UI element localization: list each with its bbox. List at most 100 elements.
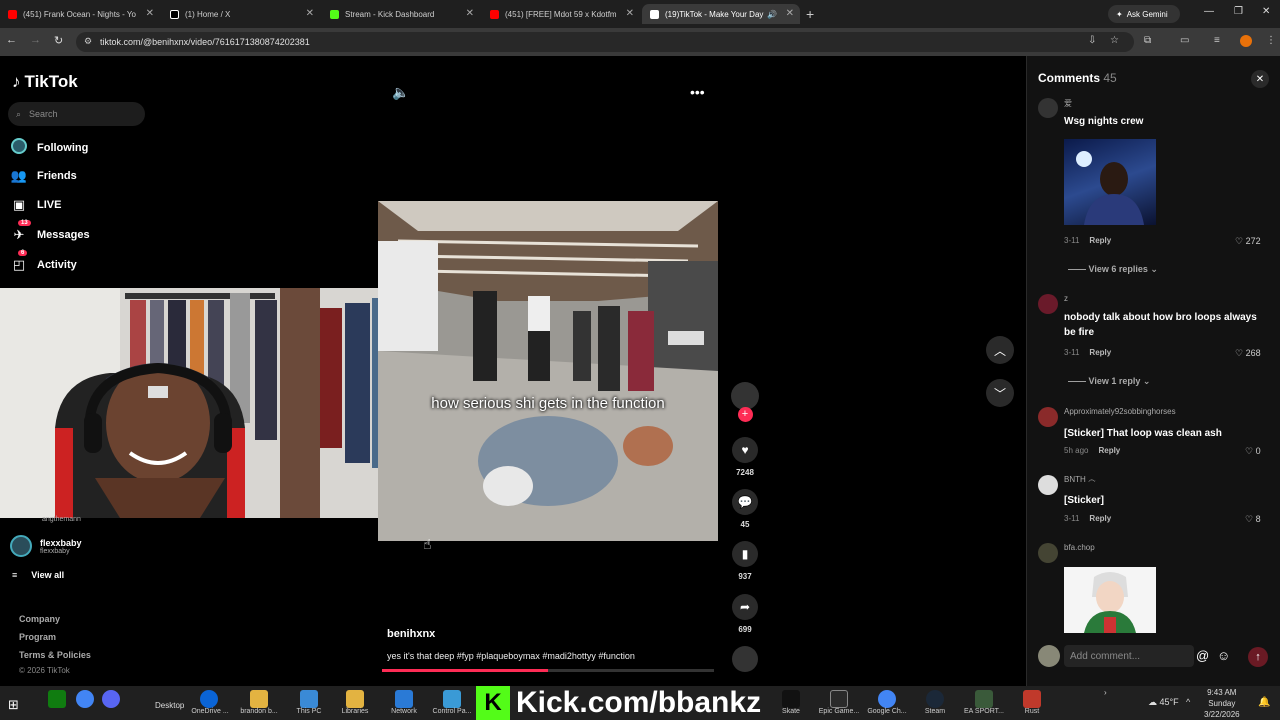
follow-button[interactable]: + — [730, 407, 760, 422]
close-tab-icon[interactable]: ✕ — [786, 8, 794, 19]
sidebar-item-following[interactable]: Following — [10, 138, 88, 157]
reload-icon[interactable]: ↻ — [54, 34, 63, 47]
video-progress-bar[interactable] — [382, 669, 714, 672]
reply-button[interactable]: Reply — [1089, 236, 1111, 245]
browser-tab[interactable]: (451) [FREE] Mdot 59 x Kdotfm ✕ — [482, 4, 640, 24]
save-button[interactable]: ▮ 937 — [730, 541, 760, 581]
close-tab-icon[interactable]: ✕ — [146, 8, 154, 19]
taskbar-libraries[interactable]: Libraries — [338, 708, 372, 715]
previous-video-button[interactable]: ︿ — [986, 336, 1014, 364]
add-comment-input[interactable]: Add comment... — [1064, 645, 1194, 667]
sidebar-item-friends[interactable]: 👥 Friends — [10, 168, 77, 184]
avatar[interactable] — [1038, 543, 1058, 563]
taskbar-rust[interactable]: Rust — [1018, 708, 1046, 715]
taskbar-network[interactable]: Network — [386, 708, 422, 715]
reply-button[interactable]: Reply — [1089, 348, 1111, 357]
close-tab-icon[interactable]: ✕ — [466, 8, 474, 19]
chrome-icon[interactable] — [76, 690, 94, 708]
partial-account-name[interactable]: angthemann — [42, 516, 81, 523]
onedrive-icon[interactable] — [200, 690, 218, 708]
browser-tab[interactable]: (451) Frank Ocean - Nights - Yo ✕ — [0, 4, 160, 24]
footer-terms-link[interactable]: Terms & Policies — [19, 650, 91, 660]
comment-button[interactable]: 💬 45 — [730, 489, 760, 529]
speaker-icon[interactable]: 🔊 — [767, 10, 777, 19]
close-window-button[interactable]: ✕ — [1262, 6, 1270, 17]
tiktok-logo[interactable]: ♪ TikTok — [12, 72, 78, 92]
extensions-icon[interactable]: ⧉ — [1144, 35, 1151, 46]
sound-disc[interactable] — [730, 646, 760, 672]
new-tab-button[interactable]: + — [806, 6, 814, 22]
send-comment-button[interactable]: ↑ — [1248, 647, 1268, 667]
side-panel-icon[interactable]: ▭ — [1180, 35, 1189, 46]
close-tab-icon[interactable]: ✕ — [626, 8, 634, 19]
site-info-icon[interactable]: ⚙ — [84, 36, 92, 47]
sidebar-item-live[interactable]: ▣ LIVE — [10, 197, 62, 213]
comment-like-button[interactable]: ♡ 0 — [1245, 446, 1261, 457]
footer-program-link[interactable]: Program — [19, 632, 56, 642]
browser-tab-active[interactable]: (19)TikTok - Make Your Day 🔊 ✕ — [642, 4, 800, 24]
next-video-button[interactable]: ﹀ — [986, 379, 1014, 407]
video-author[interactable]: benihxnx — [387, 628, 435, 640]
share-button[interactable]: ➦ 699 — [730, 594, 760, 634]
comment-like-button[interactable]: ♡ 272 — [1235, 236, 1261, 247]
taskbar-epic[interactable]: Epic Game... — [814, 708, 864, 715]
install-icon[interactable]: ⇩ — [1088, 35, 1096, 46]
steam-icon[interactable] — [926, 690, 944, 708]
volume-icon[interactable]: 🔈 — [392, 84, 409, 101]
taskbar-steam[interactable]: Steam — [918, 708, 952, 715]
video-player[interactable]: how serious shi gets in the function — [378, 201, 718, 541]
this-pc-icon[interactable] — [300, 690, 318, 708]
comment-image[interactable] — [1064, 567, 1156, 633]
view-replies-button[interactable]: —— View 1 reply ⌄ — [1068, 376, 1150, 387]
browser-tab[interactable]: (1) Home / X ✕ — [162, 4, 320, 24]
profile-avatar[interactable] — [1240, 35, 1252, 47]
creator-avatar[interactable] — [730, 382, 760, 410]
epic-games-icon[interactable] — [830, 690, 848, 708]
following-account[interactable]: flexxbaby flexxbaby — [10, 535, 82, 557]
minimize-button[interactable]: — — [1204, 6, 1214, 17]
media-icon[interactable]: ≡ — [1214, 35, 1220, 46]
weather-widget[interactable]: ☁ 45°F — [1148, 697, 1179, 708]
discord-icon[interactable] — [102, 690, 120, 708]
search-input[interactable]: ⌕ Search — [8, 102, 145, 126]
close-tab-icon[interactable]: ✕ — [306, 8, 314, 19]
notification-icon[interactable]: 🔔 — [1258, 697, 1270, 708]
taskbar-brandon[interactable]: brandon b... — [236, 708, 282, 715]
taskbar-chrome[interactable]: Google Ch... — [862, 708, 912, 715]
maximize-button[interactable]: ❐ — [1234, 6, 1243, 17]
sidebar-item-messages[interactable]: ✈ 13 Messages — [10, 220, 90, 243]
system-clock[interactable]: 9:43 AM Sunday 3/22/2026 — [1204, 687, 1240, 720]
taskbar-desktop[interactable]: Desktop — [155, 701, 184, 710]
reply-button[interactable]: Reply — [1098, 446, 1120, 455]
taskbar-control-panel[interactable]: Control Pa... — [428, 708, 476, 715]
comment-image[interactable] — [1064, 139, 1156, 225]
control-panel-icon[interactable] — [443, 690, 461, 708]
reply-button[interactable]: Reply — [1089, 514, 1111, 523]
xbox-icon[interactable] — [48, 690, 66, 708]
mention-icon[interactable]: @ — [1196, 648, 1209, 663]
rust-icon[interactable] — [1023, 690, 1041, 708]
view-all-link[interactable]: ≡ View all — [12, 570, 64, 580]
url-text[interactable]: tiktok.com/@benihxnx/video/7616171380874… — [100, 37, 310, 47]
folder-icon[interactable] — [250, 690, 268, 708]
sidebar-item-activity[interactable]: ◰ 6 Activity — [10, 250, 77, 273]
taskbar-overflow-icon[interactable]: › — [1104, 688, 1107, 697]
view-replies-button[interactable]: —— View 6 replies ⌄ — [1068, 264, 1158, 275]
avatar[interactable] — [1038, 98, 1058, 118]
close-comments-button[interactable]: ✕ — [1251, 70, 1269, 88]
ask-gemini-button[interactable]: ✦ Ask Gemini — [1108, 5, 1180, 23]
taskbar-ea-sports[interactable]: EA SPORT... — [960, 708, 1008, 715]
tray-chevron-icon[interactable]: ^ — [1186, 697, 1190, 707]
footer-company-link[interactable]: Company — [19, 614, 60, 624]
taskbar-skate[interactable]: Skate — [776, 708, 806, 715]
comment-like-button[interactable]: ♡ 268 — [1235, 348, 1261, 359]
ea-sports-icon[interactable] — [975, 690, 993, 708]
libraries-icon[interactable] — [346, 690, 364, 708]
taskbar-this-pc[interactable]: This PC — [292, 708, 326, 715]
forward-icon[interactable]: → — [30, 34, 41, 46]
taskbar-onedrive[interactable]: OneDrive ... — [188, 708, 232, 715]
avatar[interactable] — [1038, 407, 1058, 427]
back-icon[interactable]: ← — [6, 34, 17, 46]
bookmark-star-icon[interactable]: ☆ — [1110, 35, 1119, 46]
avatar[interactable] — [1038, 294, 1058, 314]
